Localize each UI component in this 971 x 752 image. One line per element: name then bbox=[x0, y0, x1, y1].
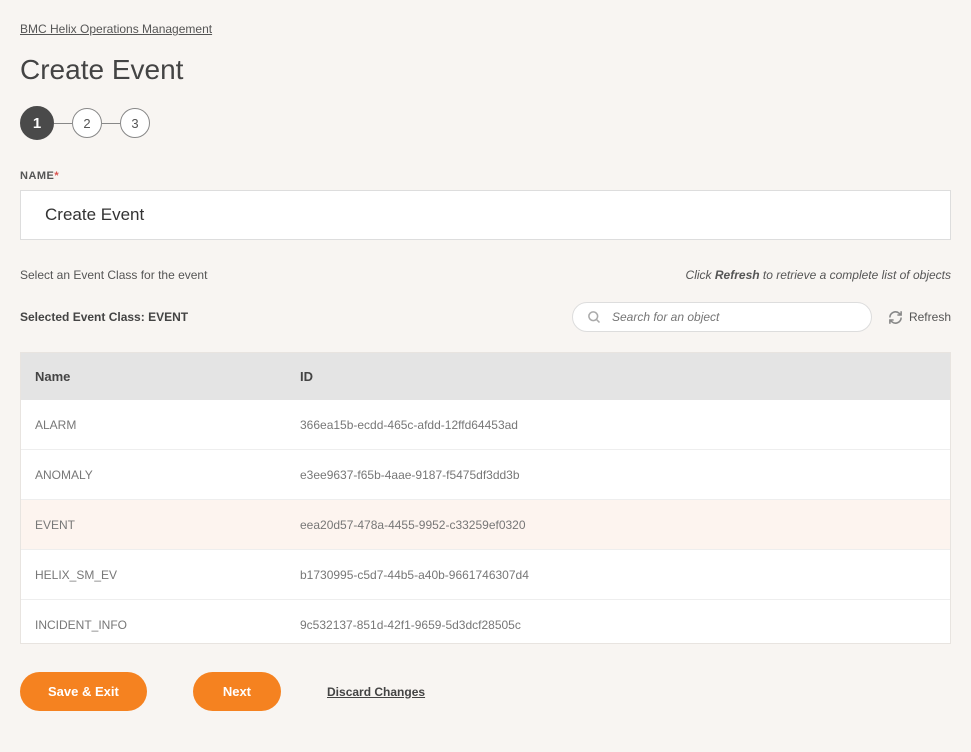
table-row[interactable]: ALARM366ea15b-ecdd-465c-afdd-12ffd64453a… bbox=[21, 400, 950, 450]
table-row[interactable]: HELIX_SM_EVb1730995-c5d7-44b5-a40b-96617… bbox=[21, 550, 950, 600]
cell-name: INCIDENT_INFO bbox=[21, 601, 286, 644]
step-3[interactable]: 3 bbox=[120, 108, 150, 138]
cell-id: b1730995-c5d7-44b5-a40b-9661746307d4 bbox=[286, 551, 950, 599]
hint-select-class: Select an Event Class for the event bbox=[20, 268, 207, 282]
event-class-table: Name ID ALARM366ea15b-ecdd-465c-afdd-12f… bbox=[20, 352, 951, 644]
cell-id: e3ee9637-f65b-4aae-9187-f5475df3dd3b bbox=[286, 451, 950, 499]
table-row[interactable]: ANOMALYe3ee9637-f65b-4aae-9187-f5475df3d… bbox=[21, 450, 950, 500]
name-input[interactable] bbox=[20, 190, 951, 240]
search-icon bbox=[587, 310, 602, 325]
hint-refresh: Click Refresh to retrieve a complete lis… bbox=[686, 268, 951, 282]
table-body[interactable]: ALARM366ea15b-ecdd-465c-afdd-12ffd64453a… bbox=[21, 400, 950, 643]
selected-event-class: Selected Event Class: EVENT bbox=[20, 310, 188, 324]
cell-id: 366ea15b-ecdd-465c-afdd-12ffd64453ad bbox=[286, 401, 950, 449]
save-exit-button[interactable]: Save & Exit bbox=[20, 672, 147, 711]
col-header-name[interactable]: Name bbox=[21, 353, 286, 400]
breadcrumb[interactable]: BMC Helix Operations Management bbox=[20, 22, 212, 36]
cell-name: HELIX_SM_EV bbox=[21, 551, 286, 599]
next-button[interactable]: Next bbox=[193, 672, 281, 711]
cell-name: EVENT bbox=[21, 501, 286, 549]
page-title: Create Event bbox=[20, 54, 951, 86]
col-header-id[interactable]: ID bbox=[286, 353, 950, 400]
cell-name: ALARM bbox=[21, 401, 286, 449]
refresh-button[interactable]: Refresh bbox=[888, 310, 951, 325]
step-line bbox=[102, 123, 120, 124]
search-input[interactable] bbox=[610, 309, 857, 325]
step-1[interactable]: 1 bbox=[20, 106, 54, 140]
table-header: Name ID bbox=[21, 353, 950, 400]
refresh-icon bbox=[888, 310, 903, 325]
step-indicator: 1 2 3 bbox=[20, 106, 951, 140]
step-2[interactable]: 2 bbox=[72, 108, 102, 138]
table-row[interactable]: INCIDENT_INFO9c532137-851d-42f1-9659-5d3… bbox=[21, 600, 950, 643]
discard-changes-link[interactable]: Discard Changes bbox=[327, 685, 425, 699]
cell-name: ANOMALY bbox=[21, 451, 286, 499]
name-label: NAME* bbox=[20, 170, 951, 182]
cell-id: 9c532137-851d-42f1-9659-5d3dcf28505c bbox=[286, 601, 950, 644]
search-box[interactable] bbox=[572, 302, 872, 332]
footer: Save & Exit Next Discard Changes bbox=[0, 644, 971, 731]
refresh-label: Refresh bbox=[909, 310, 951, 324]
table-row[interactable]: EVENTeea20d57-478a-4455-9952-c33259ef032… bbox=[21, 500, 950, 550]
cell-id: eea20d57-478a-4455-9952-c33259ef0320 bbox=[286, 501, 950, 549]
step-line bbox=[54, 123, 72, 124]
